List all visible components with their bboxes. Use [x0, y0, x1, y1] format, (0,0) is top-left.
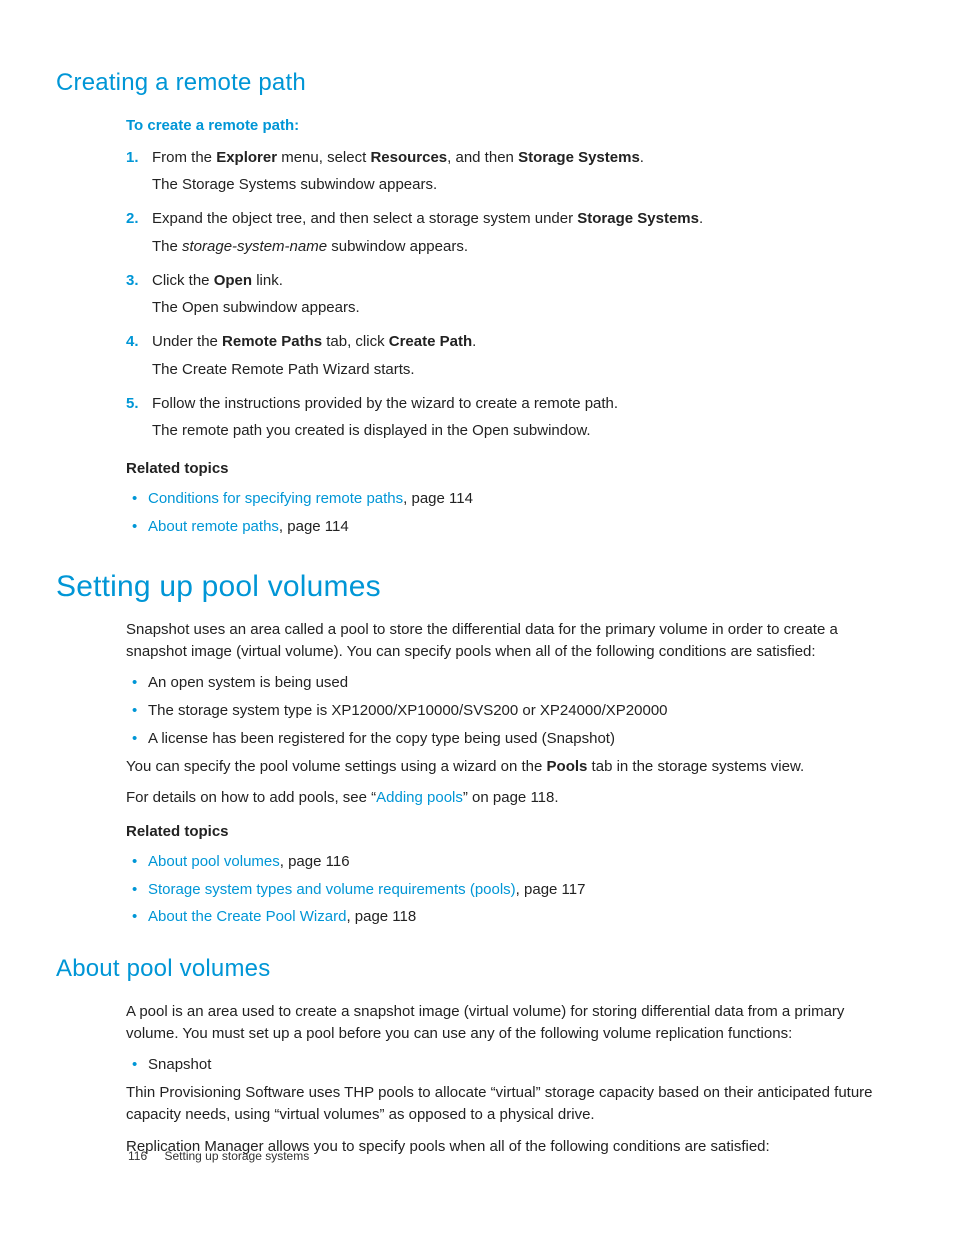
- text: You can specify the pool volume settings…: [126, 758, 547, 775]
- paragraph: Snapshot uses an area called a pool to s…: [126, 619, 890, 663]
- italic-text: storage-system-name: [182, 238, 327, 255]
- step: 2. Expand the object tree, and then sele…: [126, 208, 890, 258]
- heading-about-pool-volumes: About pool volumes: [56, 952, 890, 987]
- related-topics-list: Conditions for specifying remote paths, …: [126, 488, 890, 538]
- related-topics-list: About pool volumes, page 116 Storage sys…: [126, 851, 890, 928]
- text: , page 114: [279, 518, 349, 535]
- text: tab, click: [322, 333, 389, 350]
- bullet-list: Snapshot: [126, 1054, 890, 1076]
- text: , page 116: [280, 853, 350, 870]
- text: From the: [152, 149, 216, 166]
- procedure-title: To create a remote path:: [126, 115, 890, 137]
- step-result: The Open subwindow appears.: [152, 297, 890, 319]
- text: ” on page 118.: [463, 789, 559, 806]
- text: For details on how to add pools, see “: [126, 789, 376, 806]
- step-result: The storage-system-name subwindow appear…: [152, 236, 890, 258]
- list-item: The storage system type is XP12000/XP100…: [126, 700, 890, 722]
- bold-text: Explorer: [216, 149, 277, 166]
- step: 4. Under the Remote Paths tab, click Cre…: [126, 331, 890, 381]
- procedure-block: To create a remote path: 1. From the Exp…: [126, 115, 890, 538]
- text: tab in the storage systems view.: [587, 758, 804, 775]
- text: Under the: [152, 333, 222, 350]
- list-item: An open system is being used: [126, 672, 890, 694]
- list-item: A license has been registered for the co…: [126, 728, 890, 750]
- step-number: 3.: [126, 270, 152, 320]
- text: menu, select: [277, 149, 370, 166]
- footer-chapter: Setting up storage systems: [164, 1149, 309, 1163]
- bold-text: Open: [214, 272, 252, 289]
- step-number: 2.: [126, 208, 152, 258]
- text: , page 117: [516, 881, 586, 898]
- list-item: Conditions for specifying remote paths, …: [126, 488, 890, 510]
- page-number: 116: [128, 1149, 147, 1163]
- step-result: The Create Remote Path Wizard starts.: [152, 359, 890, 381]
- section-body: A pool is an area used to create a snaps…: [126, 1001, 890, 1158]
- page-footer: 116 Setting up storage systems: [128, 1148, 309, 1165]
- heading-setting-up-pool-volumes: Setting up pool volumes: [56, 565, 890, 609]
- link-about-remote-paths[interactable]: About remote paths: [148, 518, 279, 535]
- step-text: Follow the instructions provided by the …: [152, 393, 890, 415]
- step-result: The Storage Systems subwindow appears.: [152, 174, 890, 196]
- paragraph: A pool is an area used to create a snaps…: [126, 1001, 890, 1045]
- step-text: Click the Open link.: [152, 270, 890, 292]
- text: , page 118: [346, 908, 416, 925]
- step-number: 1.: [126, 147, 152, 197]
- step: 1. From the Explorer menu, select Resour…: [126, 147, 890, 197]
- step-number: 5.: [126, 393, 152, 443]
- step-result: The remote path you created is displayed…: [152, 420, 890, 442]
- bold-text: Storage Systems: [518, 149, 640, 166]
- bold-text: Remote Paths: [222, 333, 322, 350]
- bold-text: Storage Systems: [577, 210, 699, 227]
- step-text: Under the Remote Paths tab, click Create…: [152, 331, 890, 353]
- text: .: [640, 149, 644, 166]
- paragraph: Thin Provisioning Software uses THP pool…: [126, 1082, 890, 1126]
- link-adding-pools[interactable]: Adding pools: [376, 789, 463, 806]
- steps-list: 1. From the Explorer menu, select Resour…: [126, 147, 890, 443]
- step: 3. Click the Open link. The Open subwind…: [126, 270, 890, 320]
- list-item: Snapshot: [126, 1054, 890, 1076]
- step-text: From the Explorer menu, select Resources…: [152, 147, 890, 169]
- document-page: Creating a remote path To create a remot…: [0, 0, 954, 1235]
- text: Click the: [152, 272, 214, 289]
- bold-text: Create Path: [389, 333, 472, 350]
- text: .: [699, 210, 703, 227]
- list-item: Storage system types and volume requirem…: [126, 879, 890, 901]
- link-about-pool-volumes[interactable]: About pool volumes: [148, 853, 280, 870]
- text: subwindow appears.: [327, 238, 468, 255]
- text: , and then: [447, 149, 518, 166]
- list-item: About the Create Pool Wizard, page 118: [126, 906, 890, 928]
- conditions-list: An open system is being used The storage…: [126, 672, 890, 749]
- text: , page 114: [403, 490, 473, 507]
- related-topics-heading: Related topics: [126, 458, 890, 480]
- bold-text: Resources: [370, 149, 447, 166]
- text: link.: [252, 272, 283, 289]
- link-storage-system-types[interactable]: Storage system types and volume requirem…: [148, 881, 516, 898]
- bold-text: Pools: [547, 758, 588, 775]
- related-topics-heading: Related topics: [126, 821, 890, 843]
- paragraph: For details on how to add pools, see “Ad…: [126, 787, 890, 809]
- step-number: 4.: [126, 331, 152, 381]
- text: Expand the object tree, and then select …: [152, 210, 577, 227]
- list-item: About remote paths, page 114: [126, 516, 890, 538]
- heading-creating-remote-path: Creating a remote path: [56, 66, 890, 101]
- list-item: About pool volumes, page 116: [126, 851, 890, 873]
- link-conditions-remote-paths[interactable]: Conditions for specifying remote paths: [148, 490, 403, 507]
- paragraph: You can specify the pool volume settings…: [126, 756, 890, 778]
- link-create-pool-wizard[interactable]: About the Create Pool Wizard: [148, 908, 346, 925]
- text: The: [152, 238, 182, 255]
- text: .: [472, 333, 476, 350]
- section-body: Snapshot uses an area called a pool to s…: [126, 619, 890, 928]
- step-text: Expand the object tree, and then select …: [152, 208, 890, 230]
- step: 5. Follow the instructions provided by t…: [126, 393, 890, 443]
